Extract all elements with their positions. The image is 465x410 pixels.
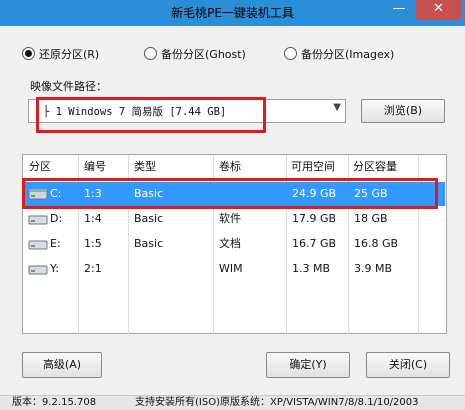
column-header[interactable]: 卷标 (219, 155, 241, 179)
image-path-value: ├ 1 Windows 7 简易版 [7.44 GB] (43, 106, 227, 118)
browse-button[interactable]: 浏览(B) (361, 99, 445, 123)
cell-size: 18 GB (354, 212, 388, 225)
cell-free: 16.7 GB (292, 237, 337, 250)
radio-dot-icon (284, 47, 297, 60)
radio-restore[interactable]: 还原分区(R) (22, 45, 99, 65)
cell-size: 3.9 MB (354, 262, 393, 275)
cell-label: 文档 (219, 237, 241, 250)
version-text: 版本：9.2.15.708 (12, 397, 97, 408)
cell-number: 1:3 (84, 187, 102, 200)
cell-free: 1.3 MB (292, 262, 331, 275)
image-path-select[interactable]: ├ 1 Windows 7 简易版 [7.44 GB] ▼ (28, 99, 346, 123)
radio-label: 还原分区(R) (39, 48, 100, 61)
cell-label: 软件 (219, 212, 241, 225)
column-header[interactable]: 类型 (134, 155, 156, 179)
cell-number: 2:1 (84, 262, 102, 275)
radio-label: 备份分区(Imagex) (301, 48, 395, 61)
cell-label: WIM (219, 262, 243, 275)
column-header[interactable]: 分区容量 (353, 155, 397, 179)
table-row[interactable]: D: 1:4 Basic 软件 17.9 GB 18 GB (24, 207, 445, 231)
radio-backup-ghost[interactable]: 备份分区(Ghost) (144, 45, 246, 65)
advanced-button[interactable]: 高级(A) (22, 352, 102, 378)
drive-icon (28, 215, 48, 225)
image-path-label: 映像文件路径： (30, 80, 107, 93)
column-header[interactable]: 可用空间 (291, 155, 335, 179)
radio-backup-imagex[interactable]: 备份分区(Imagex) (284, 45, 394, 65)
cell-size: 16.8 GB (354, 237, 399, 250)
cell-free: 17.9 GB (292, 212, 337, 225)
radio-label: 备份分区(Ghost) (161, 48, 246, 61)
partition-table: 分区 编号 类型 卷标 可用空间 分区容量 C: 1:3 Basic 24.9 … (22, 154, 447, 335)
table-header: 分区 编号 类型 卷标 可用空间 分区容量 (23, 155, 446, 179)
table-row[interactable]: Y: 2:1 WIM 1.3 MB 3.9 MB (24, 257, 445, 281)
ok-button[interactable]: 确定(Y) (266, 352, 350, 378)
table-row[interactable]: E: 1:5 Basic 文档 16.7 GB 16.8 GB (24, 232, 445, 256)
chevron-down-icon[interactable]: ▼ (333, 102, 341, 113)
cell-size: 25 GB (354, 187, 388, 200)
minimize-button[interactable]: — (385, 0, 413, 20)
cell-type: Basic (134, 187, 164, 200)
cell-drive: E: (50, 237, 61, 250)
column-header[interactable]: 编号 (84, 155, 106, 179)
close-window-button[interactable]: ✕ (416, 0, 461, 20)
cell-drive: Y: (50, 262, 59, 275)
mode-radio-group: 还原分区(R) 备份分区(Ghost) 备份分区(Imagex) (22, 45, 452, 65)
status-bar: 版本：9.2.15.708 支持安装所有(ISO)原版系统：XP/VISTA/W… (0, 395, 465, 410)
drive-icon (28, 265, 48, 275)
cell-number: 1:5 (84, 237, 102, 250)
drive-icon (28, 240, 48, 250)
close-button[interactable]: 关闭(C) (366, 352, 450, 378)
cell-drive: D: (50, 212, 63, 225)
table-row[interactable]: C: 1:3 Basic 24.9 GB 25 GB (24, 182, 445, 206)
cell-number: 1:4 (84, 212, 102, 225)
support-text: 支持安装所有(ISO)原版系统：XP/VISTA/WIN7/8/8.1/10/2… (135, 397, 419, 408)
cell-type: Basic (134, 237, 164, 250)
column-header[interactable]: 分区 (29, 155, 51, 179)
radio-dot-icon (144, 47, 157, 60)
cell-type: Basic (134, 212, 164, 225)
cell-drive: C: (50, 187, 62, 200)
cell-free: 24.9 GB (292, 187, 337, 200)
radio-dot-icon (22, 47, 35, 60)
drive-icon (28, 189, 48, 200)
